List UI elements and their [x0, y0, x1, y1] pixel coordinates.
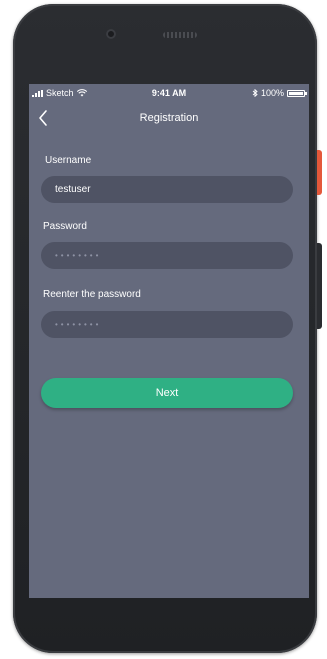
confirm-password-field[interactable]: [41, 311, 293, 338]
front-camera: [106, 29, 116, 39]
bluetooth-icon: [252, 89, 258, 97]
app-screen: Sketch 9:41 AM 100% Registration Usernam…: [29, 84, 309, 598]
status-bar: Sketch 9:41 AM 100%: [29, 84, 309, 102]
power-button: [317, 150, 322, 195]
next-button[interactable]: Next: [41, 378, 293, 408]
navigation-bar: Registration: [29, 104, 309, 132]
earpiece-speaker: [163, 32, 197, 38]
status-right: 100%: [252, 88, 307, 98]
volume-button: [317, 243, 322, 329]
page-title: Registration: [139, 112, 199, 124]
confirm-password-label: Reenter the password: [43, 289, 141, 300]
password-label: Password: [43, 221, 87, 232]
username-label: Username: [45, 155, 92, 166]
password-field[interactable]: [41, 242, 293, 269]
battery-icon: [287, 89, 307, 97]
battery-percent: 100%: [260, 88, 284, 98]
username-field[interactable]: [41, 176, 293, 203]
